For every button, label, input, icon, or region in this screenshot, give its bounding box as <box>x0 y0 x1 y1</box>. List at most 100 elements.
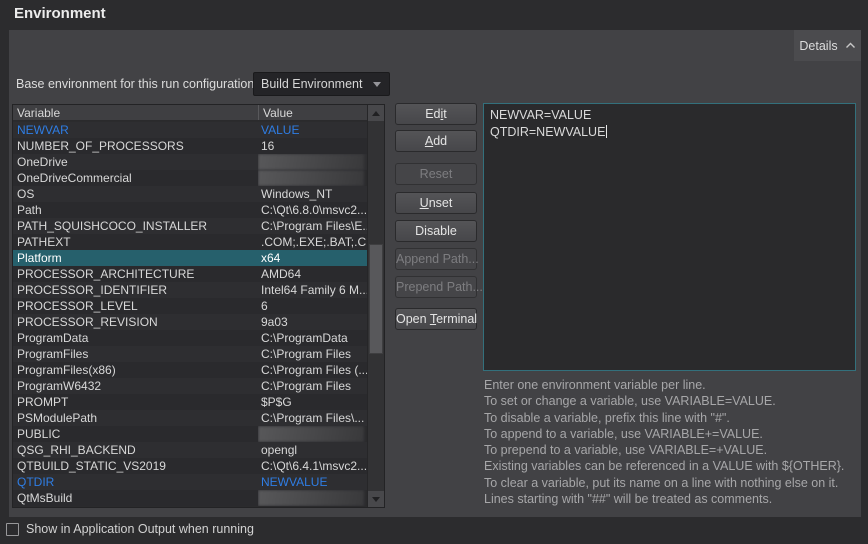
value-cell <box>258 170 367 186</box>
variable-cell: PROCESSOR_LEVEL <box>13 298 258 314</box>
variable-cell: PROCESSOR_IDENTIFIER <box>13 282 258 298</box>
variable-cell: QTBUILD_STATIC_VS2019 <box>13 458 258 474</box>
value-cell <box>258 154 367 170</box>
table-row[interactable]: PROCESSOR_REVISION9a03 <box>13 314 367 330</box>
variable-cell: QSG_RHI_BACKEND <box>13 442 258 458</box>
variable-cell: QtMsBuild <box>13 490 258 506</box>
base-environment-value: Build Environment <box>254 77 373 91</box>
variable-cell: PATH_SQUISHCOCO_INSTALLER <box>13 218 258 234</box>
disable-button[interactable]: Disable <box>395 220 477 242</box>
help-line: To disable a variable, prefix this line … <box>484 410 859 426</box>
value-cell: opengl <box>258 442 367 458</box>
table-row[interactable]: PATHEXT.COM;.EXE;.BAT;.C... <box>13 234 367 250</box>
table-row[interactable]: QTBUILD_STATIC_VS2019C:\Qt\6.4.1\msvc2..… <box>13 458 367 474</box>
table-row[interactable]: PROCESSOR_LEVEL6 <box>13 298 367 314</box>
value-cell <box>258 490 367 506</box>
open-terminal-button[interactable]: Open Terminal <box>395 308 477 330</box>
value-cell: C:\Program Files <box>258 346 367 362</box>
table-row[interactable]: OSWindows_NT <box>13 186 367 202</box>
variable-cell: Path <box>13 202 258 218</box>
action-button-column: EditAddResetUnsetDisableAppend Path...Pr… <box>395 103 477 363</box>
value-cell: NEWVALUE <box>258 474 367 490</box>
table-row[interactable]: PathC:\Qt\6.8.0\msvc2... <box>13 202 367 218</box>
prepend-path-button: Prepend Path... <box>395 276 477 298</box>
table-row[interactable]: PSModulePathC:\Program Files\... <box>13 410 367 426</box>
triangle-up-icon <box>372 111 380 116</box>
table-row[interactable]: QtMsBuild <box>13 490 367 506</box>
table-row[interactable]: OneDriveCommercial <box>13 170 367 186</box>
show-in-output-checkbox[interactable] <box>6 523 19 536</box>
value-cell: $P$G <box>258 394 367 410</box>
variable-cell: PSModulePath <box>13 410 258 426</box>
add-button[interactable]: Add <box>395 130 477 152</box>
table-row[interactable]: NEWVARVALUE <box>13 122 367 138</box>
help-line: To prepend to a variable, use VARIABLE=+… <box>484 442 859 458</box>
help-line: To append to a variable, use VARIABLE+=V… <box>484 426 859 442</box>
value-cell: 9a03 <box>258 314 367 330</box>
edit-button[interactable]: Edit <box>395 103 477 125</box>
table-body: NEWVARVALUENUMBER_OF_PROCESSORS16OneDriv… <box>13 122 367 508</box>
chevron-up-icon <box>845 42 856 49</box>
value-cell: 6 <box>258 298 367 314</box>
variable-cell: NUMBER_OF_PROCESSORS <box>13 138 258 154</box>
table-row[interactable]: PROCESSOR_IDENTIFIERIntel64 Family 6 M..… <box>13 282 367 298</box>
chevron-down-icon <box>373 82 381 87</box>
table-scrollbar[interactable] <box>367 105 384 507</box>
variable-cell: QTDIR <box>13 474 258 490</box>
variable-cell: ProgramFiles(x86) <box>13 362 258 378</box>
table-row[interactable]: QTDIRNEWVALUE <box>13 474 367 490</box>
table-row[interactable]: QSG_RHI_BACKENDopengl <box>13 442 367 458</box>
variable-cell: PROCESSOR_ARCHITECTURE <box>13 266 258 282</box>
table-row[interactable]: ProgramDataC:\ProgramData <box>13 330 367 346</box>
help-line: To set or change a variable, use VARIABL… <box>484 393 859 409</box>
help-line: To clear a variable, put its name on a l… <box>484 475 859 491</box>
environment-editor[interactable]: NEWVAR=VALUEQTDIR=NEWVALUE <box>483 103 856 371</box>
column-header-value[interactable]: Value <box>258 105 367 120</box>
editor-line: NEWVAR=VALUE <box>490 107 849 124</box>
table-row[interactable]: ProgramW6432C:\Program Files <box>13 378 367 394</box>
value-cell: C:\Program Files\... <box>258 410 367 426</box>
help-line: Lines starting with "##" will be treated… <box>484 491 859 507</box>
variable-cell: ProgramFiles <box>13 346 258 362</box>
details-toggle-button[interactable]: Details <box>794 30 861 61</box>
variable-cell: PUBLIC <box>13 426 258 442</box>
variable-cell: OneDriveCommercial <box>13 170 258 186</box>
table-row[interactable]: PROCESSOR_ARCHITECTUREAMD64 <box>13 266 367 282</box>
redacted-value <box>258 154 364 170</box>
table-row[interactable]: ProgramFiles(x86)C:\Program Files (... <box>13 362 367 378</box>
column-header-variable[interactable]: Variable <box>13 105 258 120</box>
environment-table: Variable Value NEWVARVALUENUMBER_OF_PROC… <box>12 104 385 508</box>
value-cell: C:\ProgramData <box>258 330 367 346</box>
variable-cell: ProgramData <box>13 330 258 346</box>
variable-cell: Platform <box>13 250 258 266</box>
variable-cell: PATHEXT <box>13 234 258 250</box>
table-row[interactable]: OneDrive <box>13 154 367 170</box>
table-row[interactable]: PROMPT$P$G <box>13 394 367 410</box>
scrollbar-up-arrow[interactable] <box>368 105 384 121</box>
value-cell: C:\Qt\6.8.0\msvc2... <box>258 202 367 218</box>
value-cell: .COM;.EXE;.BAT;.C... <box>258 234 367 250</box>
table-row[interactable]: PATH_SQUISHCOCO_INSTALLERC:\Program File… <box>13 218 367 234</box>
variable-cell: OS <box>13 186 258 202</box>
redacted-value <box>258 170 364 186</box>
triangle-down-icon <box>372 497 380 502</box>
unset-button[interactable]: Unset <box>395 192 477 214</box>
table-row[interactable]: PUBLIC <box>13 426 367 442</box>
environment-settings-page: Environment Details Base environment for… <box>0 0 868 544</box>
value-cell: Windows_NT <box>258 186 367 202</box>
table-row[interactable]: NUMBER_OF_PROCESSORS16 <box>13 138 367 154</box>
table-row[interactable]: Platformx64 <box>13 250 367 266</box>
details-panel: Details Base environment for this run co… <box>9 30 861 517</box>
value-cell <box>258 426 367 442</box>
variable-cell: OneDrive <box>13 154 258 170</box>
variable-cell: PROMPT <box>13 394 258 410</box>
footer: Show in Application Output when running <box>6 519 254 539</box>
table-row[interactable]: ProgramFilesC:\Program Files <box>13 346 367 362</box>
help-line: Enter one environment variable per line. <box>484 377 859 393</box>
base-environment-select[interactable]: Build Environment <box>253 72 390 96</box>
scrollbar-down-arrow[interactable] <box>368 491 384 507</box>
scrollbar-thumb[interactable] <box>369 244 383 354</box>
value-cell: Intel64 Family 6 M... <box>258 282 367 298</box>
editor-help-text: Enter one environment variable per line.… <box>484 377 859 507</box>
append-path-button: Append Path... <box>395 248 477 270</box>
